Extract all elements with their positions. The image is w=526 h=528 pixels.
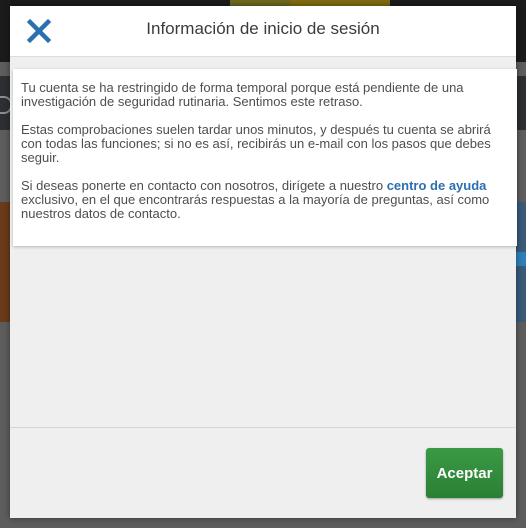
modal-title: Información de inicio de sesión xyxy=(146,19,380,38)
message-paragraph-contact: Si deseas ponerte en contacto con nosotr… xyxy=(21,179,509,221)
footer-divider xyxy=(10,427,516,428)
message-paragraph-restriction: Tu cuenta se ha restringido de forma tem… xyxy=(21,80,464,109)
modal-header: Información de inicio de sesión xyxy=(10,6,516,57)
accept-button[interactable]: Aceptar xyxy=(426,448,503,498)
help-center-link[interactable]: centro de ayuda xyxy=(387,178,487,193)
message-card: Tu cuenta se ha restringido de forma tem… xyxy=(13,69,517,246)
message-paragraph-checks: Estas comprobaciones suelen tardar unos … xyxy=(21,122,491,165)
close-x-icon xyxy=(26,18,52,44)
login-info-modal: Información de inicio de sesión Tu cuent… xyxy=(10,6,517,518)
contact-text-before: Si deseas ponerte en contacto con nosotr… xyxy=(21,178,384,193)
close-button[interactable] xyxy=(26,18,52,44)
contact-text-after: exclusivo, en el que encontrarás respues… xyxy=(21,192,490,221)
